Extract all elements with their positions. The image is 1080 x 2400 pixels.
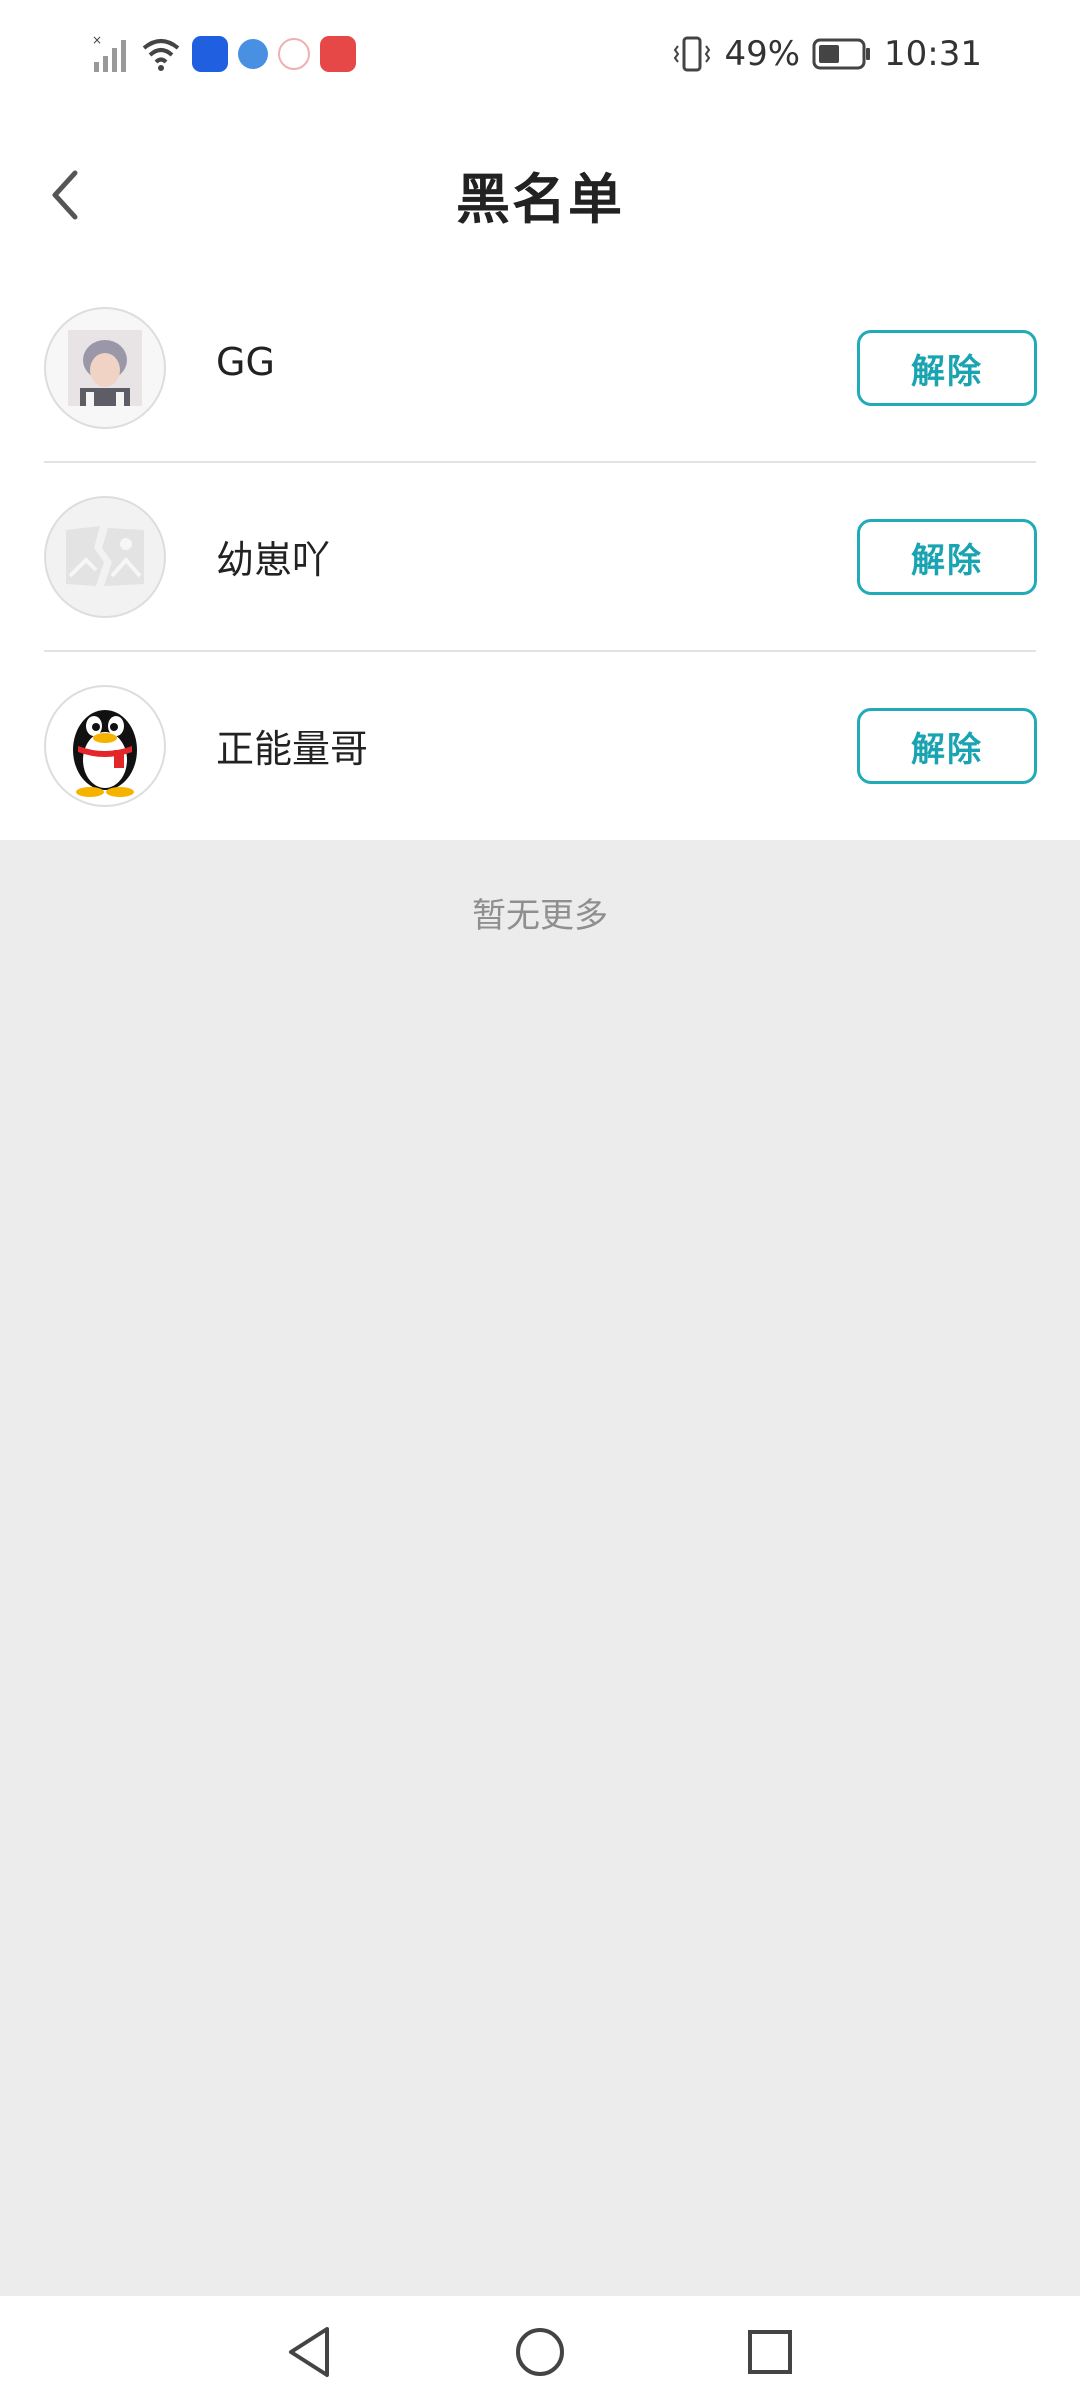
avatar[interactable] (44, 685, 166, 807)
no-more-text: 暂无更多 (472, 896, 608, 936)
user-name: 正能量哥 (216, 727, 369, 771)
divider (44, 461, 1036, 463)
list-item: 幼崽吖 解除 (0, 469, 1080, 658)
svg-text:×: × (92, 34, 102, 47)
system-navigation-bar (0, 2296, 1080, 2400)
triangle-back-icon (289, 2327, 329, 2377)
user-photo-icon (68, 330, 142, 406)
page-header: 黑名单 (0, 110, 1080, 280)
nav-home-button[interactable] (510, 2322, 570, 2382)
list-item: 正能量哥 解除 (0, 658, 1080, 847)
status-icons-right: 49% 10:31 (672, 30, 982, 78)
blocked-user-list: GG 解除 幼崽吖 解除 正能量哥 解除 (0, 280, 1080, 840)
avatar[interactable] (44, 307, 166, 429)
avatar[interactable] (44, 496, 166, 618)
unblock-button[interactable]: 解除 (857, 330, 1037, 406)
circle-home-icon (516, 2328, 564, 2376)
app-notification-icon (192, 36, 228, 72)
browser-notification-icon (238, 39, 268, 69)
broken-image-icon (66, 526, 144, 586)
reader-notification-icon (320, 36, 356, 72)
vibrate-icon (674, 36, 711, 72)
square-recents-icon (748, 2330, 792, 2374)
status-bar: × 49% 10:31 (0, 0, 1080, 110)
battery-percent: 49% (724, 34, 801, 74)
wifi-icon (142, 39, 180, 71)
user-name: 幼崽吖 (216, 538, 331, 582)
unblock-button[interactable]: 解除 (857, 519, 1037, 595)
clock: 10:31 (884, 34, 982, 74)
penguin-icon (73, 710, 137, 797)
list-item: GG 解除 (0, 280, 1080, 469)
status-icons-left: × (92, 30, 356, 78)
fm-notification-icon (278, 38, 310, 70)
page-title: 黑名单 (456, 168, 624, 231)
nav-recents-button[interactable] (740, 2322, 800, 2382)
unblock-button[interactable]: 解除 (857, 708, 1037, 784)
user-name: GG (216, 340, 275, 384)
battery-icon (812, 38, 871, 70)
signal-icon: × (92, 34, 126, 72)
nav-back-button[interactable] (280, 2322, 340, 2382)
divider (44, 650, 1036, 652)
